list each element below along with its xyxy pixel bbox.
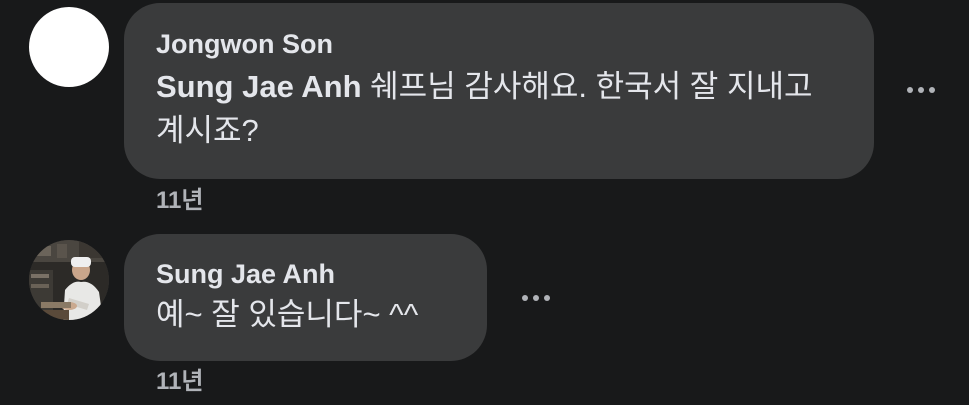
comment-thread: Jongwon Son Sung Jae Anh 쉐프님 감사해요. 한국서 잘…	[0, 0, 969, 405]
chef-photo-icon	[29, 240, 109, 320]
avatar[interactable]	[29, 7, 109, 87]
comment-author[interactable]: Sung Jae Anh	[156, 257, 457, 291]
comment-timestamp[interactable]: 11년	[156, 367, 203, 397]
comment-text: 예~ 잘 있습니다~ ^^	[156, 297, 419, 332]
comment-timestamp[interactable]: 11년	[156, 186, 203, 216]
avatar[interactable]	[29, 240, 109, 320]
comment-bubble: Jongwon Son Sung Jae Anh 쉐프님 감사해요. 한국서 잘…	[124, 3, 874, 179]
comment-text: Sung Jae Anh 쉐프님 감사해요. 한국서 잘 지내고 계시죠?	[156, 65, 846, 153]
comment-author[interactable]: Jongwon Son	[156, 27, 844, 61]
more-options-icon[interactable]	[899, 75, 943, 105]
more-options-icon[interactable]	[514, 283, 558, 313]
comment-bubble: Sung Jae Anh 예~ 잘 있습니다~ ^^	[124, 234, 487, 361]
mention-link[interactable]: Sung Jae Anh	[156, 69, 362, 104]
